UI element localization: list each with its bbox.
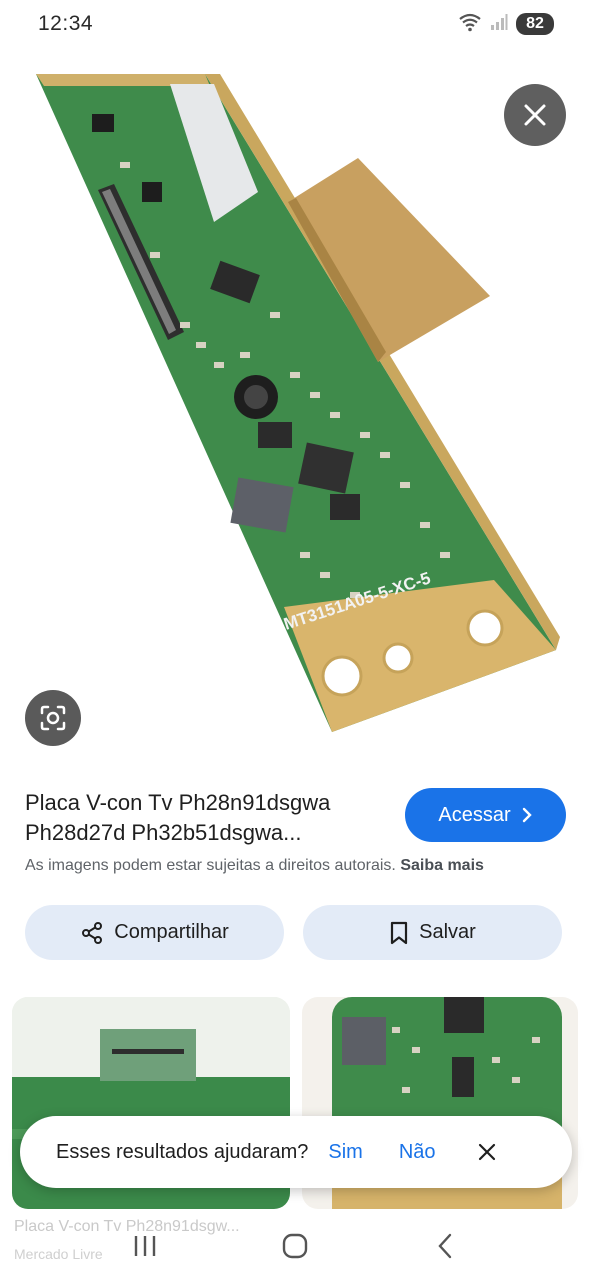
feedback-no-button[interactable]: Não <box>399 1141 436 1164</box>
home-icon <box>282 1233 308 1259</box>
feedback-prompt: Esses resultados ajudaram? Sim Não <box>20 1116 572 1188</box>
back-button[interactable] <box>415 1224 475 1268</box>
pcb-board-image: MT3151A05-5-XC-5 <box>36 74 560 732</box>
copyright-text: As imagens podem estar sujeitas a direit… <box>25 857 396 874</box>
copyright-note: As imagens podem estar sujeitas a direit… <box>25 857 484 875</box>
close-icon <box>478 1143 495 1161</box>
battery-icon: 82 <box>516 13 554 35</box>
home-button[interactable] <box>265 1224 325 1268</box>
status-icons: 82 <box>458 12 554 37</box>
back-icon <box>438 1233 452 1259</box>
share-icon <box>82 921 103 944</box>
save-label: Salvar <box>419 921 476 943</box>
lens-icon <box>40 705 66 731</box>
bookmark-icon <box>391 921 408 944</box>
visit-button-label: Acessar <box>438 803 511 826</box>
signal-icon <box>490 13 508 36</box>
save-button[interactable]: Salvar <box>303 905 562 960</box>
feedback-question: Esses resultados ajudaram? <box>56 1140 309 1163</box>
chevron-right-icon <box>522 807 532 823</box>
feedback-yes-button[interactable]: Sim <box>328 1141 362 1164</box>
result-title[interactable]: Placa V-con Tv Ph28n91dsgwa Ph28d27d Ph3… <box>25 788 395 848</box>
recents-icon <box>134 1236 156 1256</box>
status-time: 12:34 <box>38 12 94 35</box>
visit-button[interactable]: Acessar <box>405 788 566 842</box>
feedback-close-button[interactable] <box>472 1137 502 1167</box>
system-nav-bar <box>0 1222 590 1270</box>
result-image[interactable]: MT3151A05-5-XC-5 <box>0 52 590 742</box>
recents-button[interactable] <box>115 1224 175 1268</box>
status-bar: 12:34 82 <box>0 0 590 48</box>
learn-more-link[interactable]: Saiba mais <box>400 857 484 874</box>
lens-search-button[interactable] <box>25 690 81 746</box>
close-icon <box>524 104 546 126</box>
share-button[interactable]: Compartilhar <box>25 905 284 960</box>
close-button[interactable] <box>504 84 566 146</box>
wifi-icon <box>458 12 482 37</box>
share-label: Compartilhar <box>114 921 229 943</box>
